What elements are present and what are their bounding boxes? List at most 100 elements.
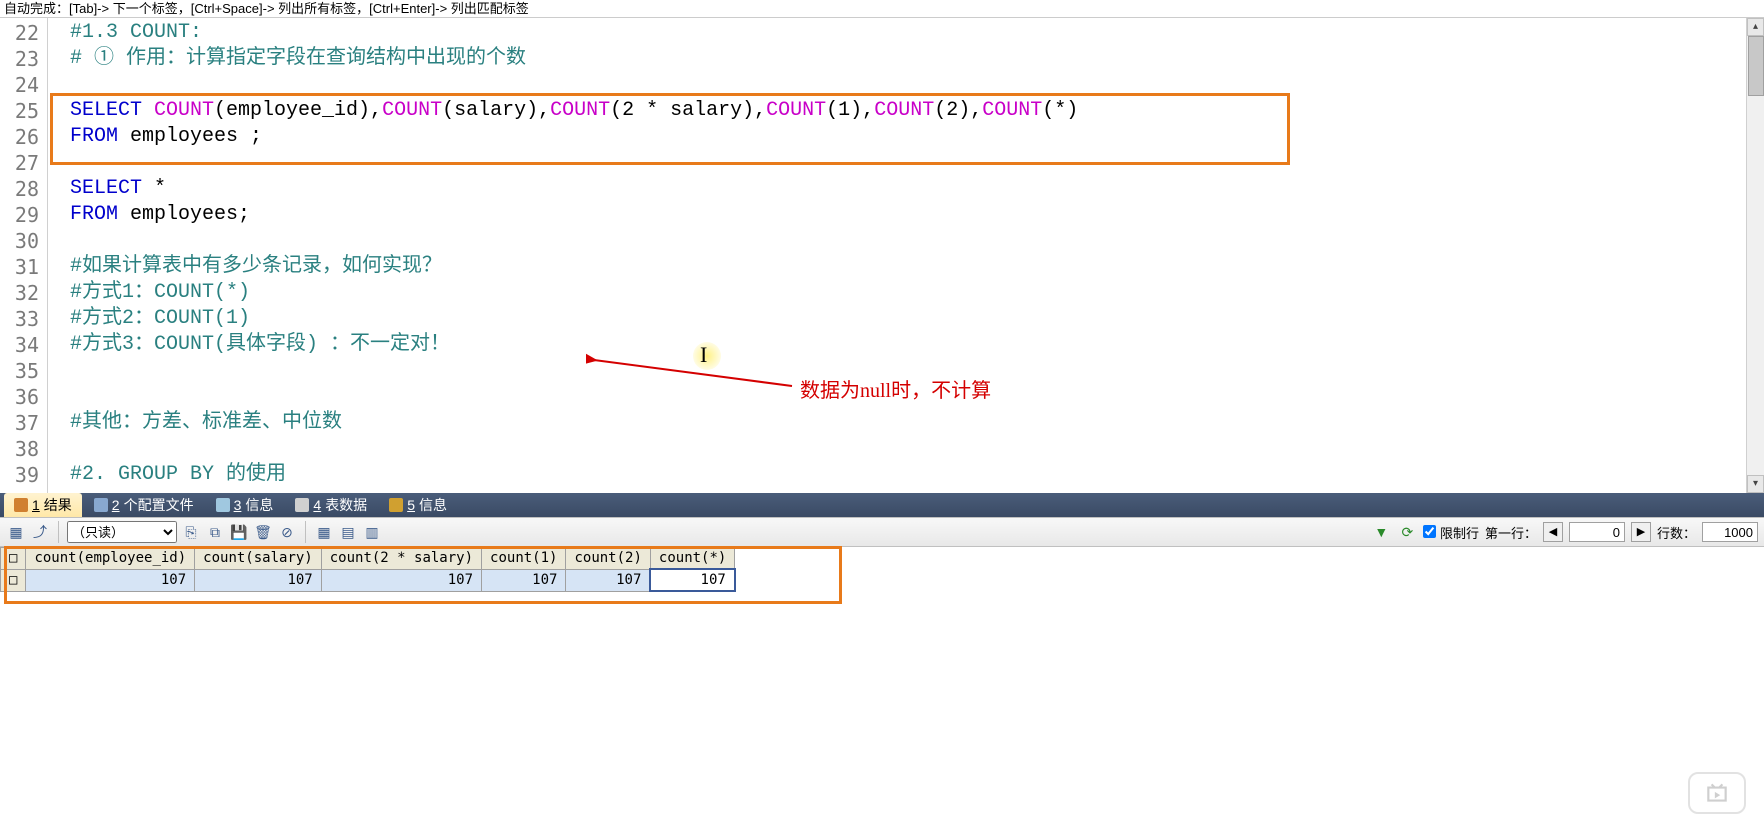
code-line[interactable] <box>70 72 1746 98</box>
cell[interactable]: 107 <box>650 569 734 591</box>
grid-layout-icon[interactable]: ▦ <box>314 522 334 542</box>
code-line[interactable]: # ① 作用：计算指定字段在查询结构中出现的个数 <box>70 46 1746 72</box>
filter-icon[interactable]: ▼ <box>1371 522 1391 542</box>
code-line[interactable]: #如果计算表中有多少条记录，如何实现？ <box>70 254 1746 280</box>
save-icon[interactable]: 💾 <box>229 522 249 542</box>
refresh-icon[interactable]: ⟳ <box>1397 522 1417 542</box>
tab-icon <box>94 498 108 512</box>
separator <box>58 521 59 543</box>
line-number: 23 <box>0 46 39 72</box>
line-number: 27 <box>0 150 39 176</box>
row-count-input[interactable] <box>1702 522 1758 542</box>
text-layout-icon[interactable]: ▥ <box>362 522 382 542</box>
column-header[interactable]: count(1) <box>482 548 566 570</box>
editor-area: 222324252627282930313233343536373839 #1.… <box>0 18 1764 493</box>
tab-icon <box>14 498 28 512</box>
row-handle[interactable]: □ <box>1 569 26 591</box>
next-page-button[interactable]: ▶ <box>1631 522 1651 542</box>
tab-表数据[interactable]: 4 表数据 <box>285 493 377 517</box>
table-row[interactable]: □107107107107107107 <box>1 569 735 591</box>
tab-number: 5 <box>407 497 415 513</box>
code-line[interactable]: #方式1：COUNT(*) <box>70 280 1746 306</box>
cancel-icon[interactable]: ⊘ <box>277 522 297 542</box>
watermark-icon <box>1688 772 1746 814</box>
annotation-text: 数据为null时，不计算 <box>800 374 991 403</box>
limit-rows-checkbox-input[interactable] <box>1423 525 1436 538</box>
tab-number: 1 <box>32 497 40 513</box>
line-number: 35 <box>0 358 39 384</box>
limit-rows-checkbox[interactable]: 限制行 <box>1423 523 1479 542</box>
column-header[interactable]: count(2) <box>566 548 650 570</box>
separator <box>305 521 306 543</box>
export-icon[interactable]: ⤴ <box>30 522 50 542</box>
code-line[interactable] <box>70 436 1746 462</box>
copy-icon[interactable]: ⎘ <box>181 522 201 542</box>
row-handle-header[interactable]: □ <box>1 548 26 570</box>
column-header[interactable]: count(employee_id) <box>26 548 195 570</box>
code-line[interactable]: #2. GROUP BY 的使用 <box>70 462 1746 488</box>
line-number-gutter: 222324252627282930313233343536373839 <box>0 18 48 493</box>
line-number: 29 <box>0 202 39 228</box>
autocomplete-hint-bar: 自动完成：[Tab]-> 下一个标签，[Ctrl+Space]-> 列出所有标签… <box>0 0 1764 18</box>
code-line[interactable]: SELECT COUNT(employee_id),COUNT(salary),… <box>70 98 1746 124</box>
code-line[interactable] <box>70 228 1746 254</box>
edit-mode-select[interactable]: （只读） <box>67 521 177 543</box>
cell[interactable]: 107 <box>566 569 650 591</box>
tab-icon <box>216 498 230 512</box>
code-line[interactable]: #其他：方差、标准差、中位数 <box>70 410 1746 436</box>
first-row-input[interactable] <box>1569 522 1625 542</box>
tab-结果[interactable]: 1 结果 <box>4 493 82 517</box>
results-tabs-bar: 1 结果2 个配置文件3 信息4 表数据5 信息 <box>0 493 1764 517</box>
tab-信息[interactable]: 3 信息 <box>206 493 284 517</box>
results-toolbar: ▦ ⤴ （只读） ⎘ ⧉ 💾 🗑 ⊘ ▦ ▤ ▥ ▼ ⟳ 限制行 第一行： ◀ … <box>0 517 1764 547</box>
tab-label: 个配置文件 <box>124 495 194 515</box>
tab-信息[interactable]: 5 信息 <box>379 493 457 517</box>
results-grid: □count(employee_id)count(salary)count(2 … <box>0 547 1764 592</box>
code-line[interactable]: FROM employees; <box>70 202 1746 228</box>
line-number: 26 <box>0 124 39 150</box>
cell[interactable]: 107 <box>195 569 322 591</box>
delete-icon[interactable]: 🗑 <box>253 522 273 542</box>
line-number: 32 <box>0 280 39 306</box>
line-number: 25 <box>0 98 39 124</box>
scroll-up-arrow-icon[interactable]: ▴ <box>1747 18 1764 36</box>
row-count-label: 行数： <box>1657 523 1696 542</box>
line-number: 38 <box>0 436 39 462</box>
duplicate-icon[interactable]: ⧉ <box>205 522 225 542</box>
tab-number: 2 <box>112 497 120 513</box>
tab-label: 结果 <box>44 495 72 515</box>
code-line[interactable]: SELECT * <box>70 176 1746 202</box>
cell[interactable]: 107 <box>482 569 566 591</box>
line-number: 36 <box>0 384 39 410</box>
prev-page-button[interactable]: ◀ <box>1543 522 1563 542</box>
line-number: 22 <box>0 20 39 46</box>
code-editor[interactable]: #1.3 COUNT:# ① 作用：计算指定字段在查询结构中出现的个数 SELE… <box>48 18 1746 493</box>
tab-icon <box>295 498 309 512</box>
code-line[interactable]: #方式2：COUNT(1) <box>70 306 1746 332</box>
tab-number: 4 <box>313 497 321 513</box>
scroll-down-arrow-icon[interactable]: ▾ <box>1747 475 1764 493</box>
column-header[interactable]: count(2 * salary) <box>321 548 481 570</box>
code-line[interactable] <box>70 150 1746 176</box>
form-layout-icon[interactable]: ▤ <box>338 522 358 542</box>
code-line[interactable]: #方式3：COUNT(具体字段) ：不一定对！ <box>70 332 1746 358</box>
cell[interactable]: 107 <box>26 569 195 591</box>
cell[interactable]: 107 <box>321 569 481 591</box>
scroll-thumb[interactable] <box>1748 36 1764 96</box>
tab-label: 信息 <box>419 495 447 515</box>
code-line[interactable]: #1.3 COUNT: <box>70 20 1746 46</box>
tab-label: 表数据 <box>325 495 367 515</box>
line-number: 30 <box>0 228 39 254</box>
column-header[interactable]: count(*) <box>650 548 734 570</box>
column-header[interactable]: count(salary) <box>195 548 322 570</box>
tab-label: 信息 <box>245 495 273 515</box>
vertical-scrollbar[interactable]: ▴ ▾ <box>1746 18 1764 493</box>
code-line[interactable]: FROM employees ; <box>70 124 1746 150</box>
grid-view-icon[interactable]: ▦ <box>6 522 26 542</box>
tab-个配置文件[interactable]: 2 个配置文件 <box>84 493 204 517</box>
tab-icon <box>389 498 403 512</box>
results-table[interactable]: □count(employee_id)count(salary)count(2 … <box>0 547 736 592</box>
line-number: 24 <box>0 72 39 98</box>
line-number: 39 <box>0 462 39 488</box>
line-number: 34 <box>0 332 39 358</box>
